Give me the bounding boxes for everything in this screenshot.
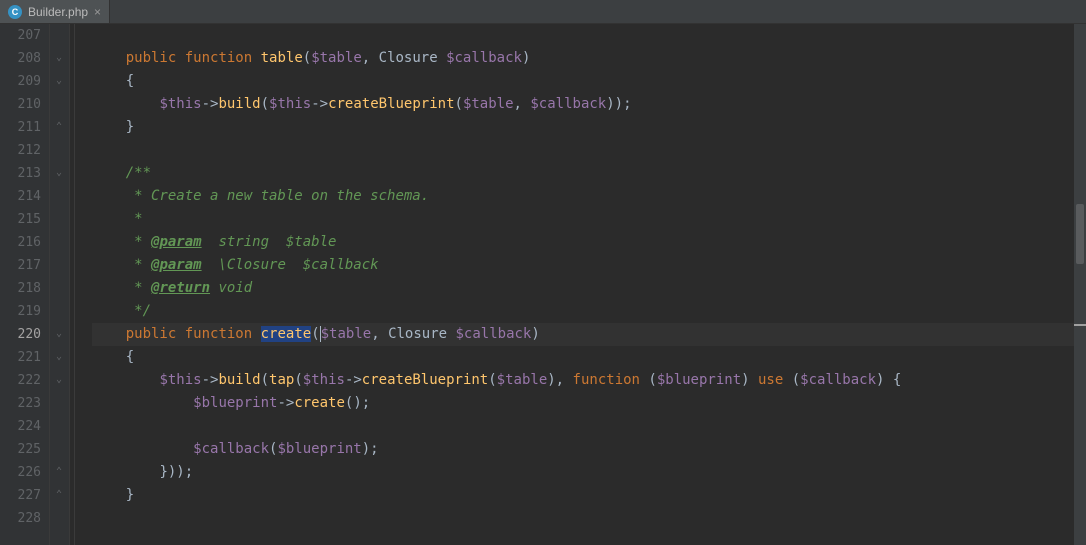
line-number[interactable]: 207 [0, 24, 41, 47]
code-line[interactable]: * Create a new table on the schema. [92, 185, 1086, 208]
fold-expand-icon[interactable]: ⌄ [54, 375, 64, 385]
code-line[interactable] [92, 24, 1086, 47]
code-line[interactable]: $this->build($this->createBlueprint($tab… [92, 93, 1086, 116]
fold-expand-icon[interactable]: ⌄ [54, 168, 64, 178]
code-line[interactable]: * [92, 208, 1086, 231]
close-icon[interactable]: × [94, 5, 101, 19]
code-line[interactable] [92, 139, 1086, 162]
line-number[interactable]: 214 [0, 185, 41, 208]
line-number[interactable]: 218 [0, 277, 41, 300]
file-tab[interactable]: C Builder.php × [0, 0, 110, 23]
line-number[interactable]: 227 [0, 484, 41, 507]
code-line[interactable]: $blueprint->create(); [92, 392, 1086, 415]
tab-filename: Builder.php [28, 5, 88, 19]
line-number[interactable]: 223 [0, 392, 41, 415]
fold-expand-icon[interactable]: ⌄ [54, 53, 64, 63]
code-line[interactable]: public function table($table, Closure $c… [92, 47, 1086, 70]
line-number[interactable]: 212 [0, 139, 41, 162]
php-file-icon: C [8, 5, 22, 19]
code-line[interactable]: $callback($blueprint); [92, 438, 1086, 461]
line-number[interactable]: 217 [0, 254, 41, 277]
code-line[interactable]: { [92, 70, 1086, 93]
code-line[interactable]: public function create($table, Closure $… [92, 323, 1086, 346]
code-line[interactable]: * @param string $table [92, 231, 1086, 254]
line-number[interactable]: 222 [0, 369, 41, 392]
line-number[interactable]: 216 [0, 231, 41, 254]
line-number[interactable]: 220 [0, 323, 41, 346]
line-number[interactable]: 215 [0, 208, 41, 231]
line-number[interactable]: 208 [0, 47, 41, 70]
code-line[interactable] [92, 507, 1086, 530]
line-number[interactable]: 209 [0, 70, 41, 93]
fold-expand-icon[interactable]: ⌄ [54, 329, 64, 339]
fold-expand-icon[interactable]: ⌄ [54, 76, 64, 86]
fold-expand-icon[interactable]: ⌄ [54, 352, 64, 362]
code-line[interactable]: { [92, 346, 1086, 369]
code-line[interactable]: */ [92, 300, 1086, 323]
line-number[interactable]: 213 [0, 162, 41, 185]
fold-collapse-icon[interactable]: ⌃ [54, 490, 64, 500]
line-number[interactable]: 211 [0, 116, 41, 139]
line-number[interactable]: 221 [0, 346, 41, 369]
fold-collapse-icon[interactable]: ⌃ [54, 122, 64, 132]
line-number[interactable]: 219 [0, 300, 41, 323]
code-editor[interactable]: 2072082092102112122132142152162172182192… [0, 24, 1086, 545]
line-number[interactable]: 228 [0, 507, 41, 530]
fold-column: ⌄ ⌄ ⌃ ⌄ ⌄ ⌄ ⌄ ⌃ ⌃ [50, 24, 70, 545]
code-line[interactable]: $this->build(tap($this->createBlueprint(… [92, 369, 1086, 392]
indent-column [70, 24, 92, 545]
code-line[interactable]: } [92, 484, 1086, 507]
code-line[interactable]: * @param \Closure $callback [92, 254, 1086, 277]
code-line[interactable]: * @return void [92, 277, 1086, 300]
tab-bar: C Builder.php × [0, 0, 1086, 24]
line-number[interactable]: 210 [0, 93, 41, 116]
code-area[interactable]: public function table($table, Closure $c… [92, 24, 1086, 545]
line-number[interactable]: 224 [0, 415, 41, 438]
fold-collapse-icon[interactable]: ⌃ [54, 467, 64, 477]
line-number[interactable]: 226 [0, 461, 41, 484]
line-number[interactable]: 225 [0, 438, 41, 461]
line-number-gutter: 2072082092102112122132142152162172182192… [0, 24, 50, 545]
code-line[interactable]: } [92, 116, 1086, 139]
code-line[interactable] [92, 415, 1086, 438]
code-line[interactable]: })); [92, 461, 1086, 484]
code-line[interactable]: /** [92, 162, 1086, 185]
